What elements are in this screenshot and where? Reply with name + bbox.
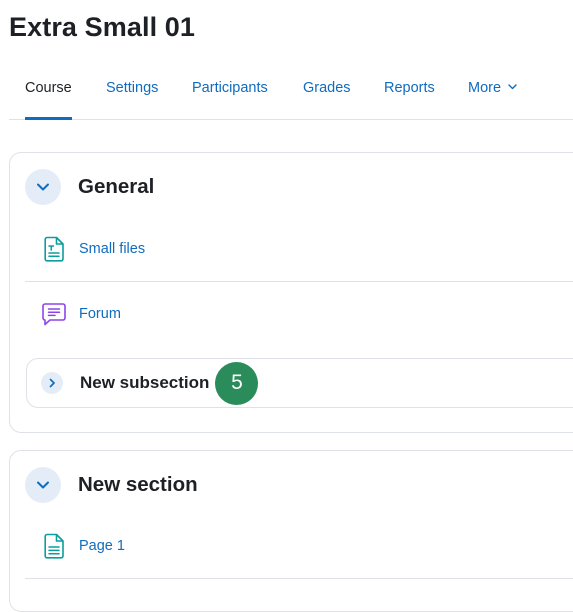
forum-icon — [41, 301, 67, 327]
page-title: Extra Small 01 — [9, 12, 196, 42]
tab-more-label: More — [468, 80, 502, 96]
file-icon — [41, 236, 67, 262]
activity-link[interactable]: Small files — [79, 241, 145, 257]
chevron-right-icon — [49, 378, 55, 388]
section-title[interactable]: General — [78, 175, 154, 199]
subsection-title[interactable]: New subsection — [80, 373, 209, 393]
tab-settings[interactable]: Settings — [106, 64, 158, 119]
section-title[interactable]: New section — [78, 473, 198, 497]
activity-link[interactable]: Page 1 — [79, 538, 125, 554]
tab-participants[interactable]: Participants — [192, 64, 268, 119]
tab-grades[interactable]: Grades — [303, 64, 351, 119]
tab-more[interactable]: More — [468, 64, 517, 119]
course-section-new-section: New section Page 1 — [9, 450, 573, 612]
activity-page-1[interactable]: Page 1 — [41, 531, 125, 561]
activity-divider — [25, 578, 573, 579]
activity-forum[interactable]: Forum — [41, 299, 121, 329]
section-header: General — [25, 168, 154, 206]
course-section-general: General Small files Forum New subsection… — [9, 152, 573, 433]
subsection-toggle-button[interactable] — [41, 372, 63, 394]
step-badge: 5 — [215, 361, 259, 405]
chevron-down-icon — [37, 481, 49, 489]
tab-reports[interactable]: Reports — [384, 64, 435, 119]
page-icon — [41, 533, 67, 559]
chevron-down-icon — [508, 84, 517, 90]
activity-divider — [25, 281, 573, 282]
section-toggle-button[interactable] — [25, 467, 61, 503]
chevron-down-icon — [37, 183, 49, 191]
tab-course[interactable]: Course — [25, 64, 72, 120]
section-toggle-button[interactable] — [25, 169, 61, 205]
activity-link[interactable]: Forum — [79, 306, 121, 322]
subsection-new-subsection: New subsection 5 — [26, 358, 573, 408]
section-header: New section — [25, 466, 198, 504]
activity-small-files[interactable]: Small files — [41, 234, 145, 264]
secondary-navigation: Course Settings Participants Grades Repo… — [9, 64, 573, 120]
